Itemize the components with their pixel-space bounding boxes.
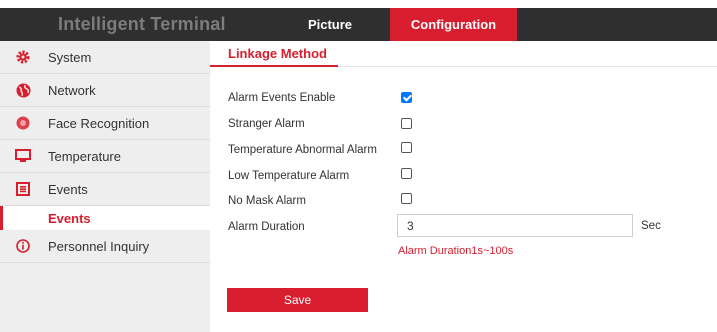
app-title: Intelligent Terminal bbox=[58, 14, 226, 34]
sidebar-item-system[interactable]: System bbox=[0, 41, 210, 74]
sidebar-subitem-label: Events bbox=[48, 211, 91, 226]
alarm-duration-label: Alarm Duration bbox=[228, 221, 305, 233]
main-content: Linkage Method Alarm Events Enable Stran… bbox=[210, 41, 717, 332]
sidebar-item-label: Face Recognition bbox=[48, 115, 150, 131]
alarm-duration-unit: Sec bbox=[641, 220, 661, 232]
no-mask-alarm-label: No Mask Alarm bbox=[228, 195, 306, 207]
save-button[interactable]: Save bbox=[227, 288, 368, 312]
sidebar-item-label: Temperature bbox=[48, 148, 121, 164]
sidebar-item-temperature[interactable]: Temperature bbox=[0, 140, 210, 173]
alarm-duration-input[interactable] bbox=[397, 214, 633, 237]
alarm-duration-hint: Alarm Duration1s~100s bbox=[398, 245, 514, 257]
sidebar-item-events[interactable]: Events bbox=[0, 173, 210, 206]
info-icon bbox=[15, 238, 31, 254]
gear-icon bbox=[15, 49, 31, 65]
events-icon bbox=[15, 181, 31, 197]
section-divider bbox=[338, 66, 717, 67]
no-mask-alarm-checkbox[interactable] bbox=[401, 193, 412, 204]
monitor-icon bbox=[15, 148, 31, 164]
sidebar-item-personnel-inquiry[interactable]: Personnel Inquiry bbox=[0, 230, 210, 263]
tab-configuration[interactable]: Configuration bbox=[390, 8, 517, 41]
sidebar: System Network Face Recognition Temperat… bbox=[0, 41, 210, 332]
sidebar-item-label: System bbox=[48, 49, 92, 65]
sidebar-item-face-recognition[interactable]: Face Recognition bbox=[0, 107, 210, 140]
sidebar-item-label: Personnel Inquiry bbox=[48, 238, 150, 254]
low-temperature-alarm-checkbox[interactable] bbox=[401, 168, 412, 179]
section-tab-linkage-method[interactable]: Linkage Method bbox=[210, 41, 338, 67]
section-title: Linkage Method bbox=[228, 46, 327, 61]
sidebar-item-network[interactable]: Network bbox=[0, 74, 210, 107]
tab-picture[interactable]: Picture bbox=[270, 8, 390, 41]
stranger-alarm-checkbox[interactable] bbox=[401, 118, 412, 129]
sidebar-subitem-events[interactable]: Events bbox=[0, 206, 210, 230]
sidebar-item-label: Network bbox=[48, 82, 96, 98]
stranger-alarm-label: Stranger Alarm bbox=[228, 118, 305, 130]
alarm-events-enable-checkbox[interactable] bbox=[401, 92, 412, 103]
top-header: Intelligent Terminal Picture Configurati… bbox=[0, 0, 717, 41]
temperature-abnormal-alarm-checkbox[interactable] bbox=[401, 142, 412, 153]
low-temperature-alarm-label: Low Temperature Alarm bbox=[228, 170, 350, 182]
temperature-abnormal-alarm-label: Temperature Abnormal Alarm bbox=[228, 144, 377, 156]
sidebar-item-label: Events bbox=[48, 181, 88, 197]
globe-icon bbox=[15, 82, 31, 98]
alarm-events-enable-label: Alarm Events Enable bbox=[228, 92, 336, 104]
face-icon bbox=[15, 115, 31, 131]
